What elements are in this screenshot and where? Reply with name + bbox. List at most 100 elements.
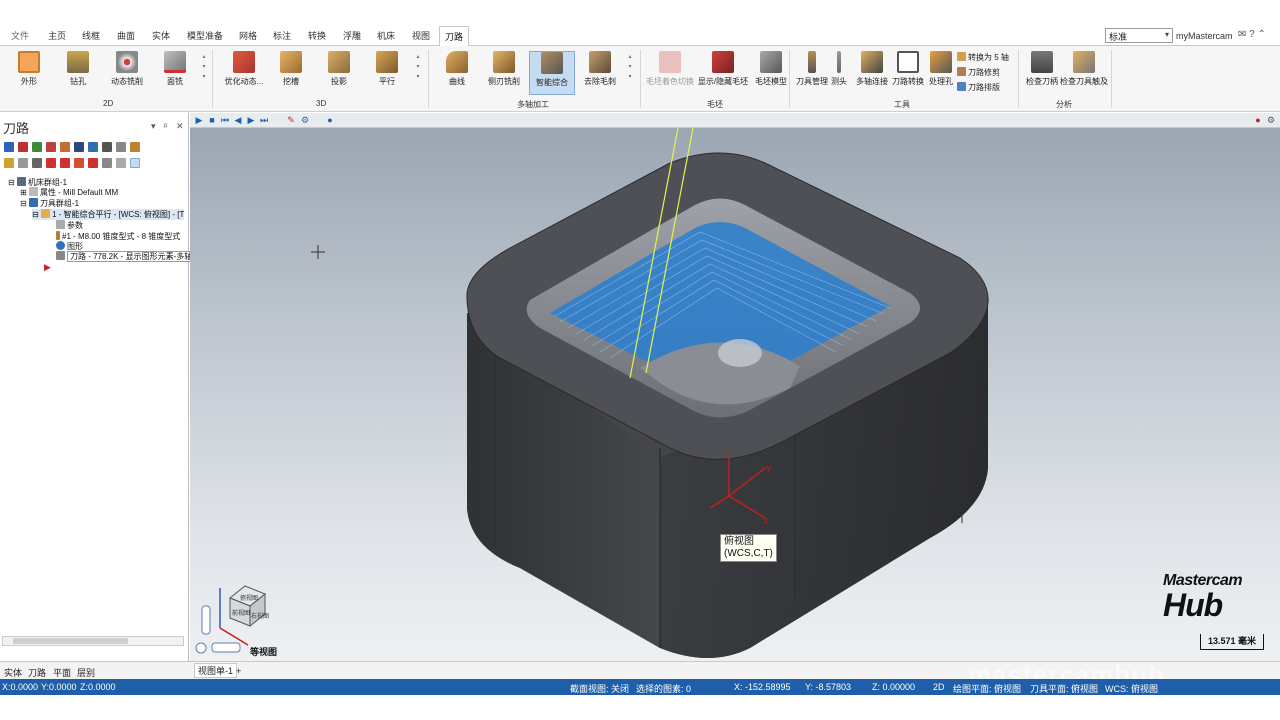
skip-post-icon[interactable]	[32, 158, 42, 168]
move-up-icon[interactable]	[60, 158, 70, 168]
step-forward-icon[interactable]: ▶	[246, 115, 256, 125]
tree-parameters[interactable]: 参数	[56, 220, 83, 231]
trim-toolpath-button[interactable]: 刀路修剪	[957, 67, 1000, 78]
regenerate-icon[interactable]	[32, 142, 42, 152]
panel-close-icon[interactable]: ✕	[176, 121, 184, 132]
tree-scrollbar[interactable]	[2, 636, 184, 646]
tab-solids-manager[interactable]: 实体	[4, 666, 22, 679]
face-mill-button[interactable]: 面铣	[152, 51, 198, 95]
regenerate-dirty-icon[interactable]	[46, 142, 56, 152]
tab-view[interactable]: 视图	[412, 29, 430, 42]
display-selected-icon[interactable]	[102, 158, 112, 168]
deburr-icon	[589, 51, 611, 73]
pocket-button[interactable]: 挖槽	[268, 51, 314, 95]
optirough-button[interactable]: 优化动态...	[220, 51, 268, 95]
filter-icon[interactable]	[130, 158, 140, 168]
drill-button[interactable]: 钻孔	[55, 51, 101, 95]
tab-toolpaths-manager[interactable]: 刀路	[28, 666, 46, 679]
simulate-icon[interactable]	[88, 142, 98, 152]
convert-5axis-button[interactable]: 转换为 5 轴	[957, 52, 1009, 63]
stock-model-button[interactable]: 毛坯模型	[748, 51, 794, 95]
tplane-status[interactable]: 刀具平面: 俯视图	[1030, 682, 1098, 695]
deburr-button[interactable]: 去除毛刺	[577, 51, 623, 95]
deselect-icon[interactable]	[18, 142, 28, 152]
tab-dimension[interactable]: 标注	[273, 29, 291, 42]
stock-shading-button[interactable]: 毛坯着色切换	[644, 51, 696, 95]
step-back-icon[interactable]: ◀	[233, 115, 243, 125]
display-all-icon[interactable]	[116, 158, 126, 168]
config-combo[interactable]: 标准	[1105, 28, 1173, 43]
parallel-button[interactable]: 平行	[364, 51, 410, 95]
mode-2d-toggle[interactable]: 2D	[933, 682, 945, 692]
button-label: 刀路修剪	[968, 68, 1000, 77]
tab-machine[interactable]: 机床	[377, 29, 395, 42]
gallery-scroll[interactable]: ▴ ▾ ▾	[414, 52, 422, 92]
stock-display-button[interactable]: 显示/隐藏毛坯	[697, 51, 749, 95]
cplane-status[interactable]: 绘图平面: 俯视图	[953, 682, 1021, 695]
check-tool-reach-button[interactable]: 检查刀具触及	[1058, 51, 1110, 95]
options-icon[interactable]: ⚙	[300, 115, 310, 125]
stop-icon[interactable]: ■	[207, 115, 217, 125]
view-tooltip: 俯视图 (WCS,C,T)	[720, 534, 777, 562]
g1-icon[interactable]	[116, 142, 126, 152]
tab-toolpaths[interactable]: 刀路	[439, 26, 470, 47]
swarf-button[interactable]: 侧刃铣削	[481, 51, 527, 95]
contour-button[interactable]: 外形	[6, 51, 52, 95]
move-down-icon[interactable]	[46, 158, 56, 168]
wcs-status[interactable]: WCS: 俯视图	[1105, 682, 1158, 695]
view-cube[interactable]: 俯视图 前视图 右视图	[219, 585, 269, 646]
curve-button[interactable]: 曲线	[434, 51, 480, 95]
rewind-icon[interactable]: ⏮	[220, 115, 230, 125]
tab-planes-manager[interactable]: 平面	[53, 666, 71, 679]
tab-model-prep[interactable]: 模型准备	[187, 29, 223, 42]
verify-icon[interactable]	[74, 142, 84, 152]
tab-mesh[interactable]: 网格	[239, 29, 257, 42]
end-icon[interactable]: ⏭	[259, 115, 269, 125]
play-icon[interactable]: ▶	[194, 115, 204, 125]
gallery-scroll[interactable]: ▴ ▾ ▾	[200, 52, 208, 92]
insert-arrow-icon[interactable]: ▶	[44, 262, 51, 273]
tree-properties[interactable]: ⊞ 属性 - Mill Default MM	[20, 187, 118, 198]
project-button[interactable]: 投影	[316, 51, 362, 95]
gallery-scroll[interactable]: ▴ ▾ ▾	[626, 52, 634, 92]
alert-icon[interactable]: ●	[1253, 115, 1263, 125]
group-separator	[212, 50, 213, 108]
highfeed-icon[interactable]	[130, 142, 140, 152]
tab-transform[interactable]: 转换	[308, 29, 326, 42]
tab-surfaces[interactable]: 曲面	[117, 29, 135, 42]
tree-label: 图形	[67, 242, 83, 251]
tab-file[interactable]: 文件	[11, 29, 29, 42]
tree-operation-1[interactable]: ⊟ 1 - 智能综合平行 - [WCS: 俯视图] - [T	[32, 209, 185, 220]
dynamic-mill-button[interactable]: 动态铣削	[104, 51, 150, 95]
graphics-viewport[interactable]: Z X Y 俯视图 前视图 右视图	[190, 128, 1280, 661]
tab-home[interactable]: 主页	[48, 29, 66, 42]
viewsheet-tab-1[interactable]: 视图单-1	[194, 663, 238, 678]
trace-icon[interactable]: ✎	[286, 115, 296, 125]
scroll-icon[interactable]	[88, 158, 98, 168]
account-label[interactable]: myMastercam	[1176, 31, 1233, 41]
progress-slider-icon[interactable]: ●	[325, 115, 335, 125]
tab-wireframe[interactable]: 线框	[82, 29, 100, 42]
nesting-button[interactable]: 刀路排版	[957, 82, 1000, 93]
tab-solids[interactable]: 实体	[152, 29, 170, 42]
toggle-display-icon[interactable]	[18, 158, 28, 168]
panel-pin-icon[interactable]: ᵖ	[164, 121, 167, 131]
backplot-icon[interactable]	[60, 142, 70, 152]
panel-menu-icon[interactable]: ▾	[151, 121, 156, 132]
tab-levels-manager[interactable]: 层别	[77, 666, 95, 679]
select-all-icon[interactable]	[4, 142, 14, 152]
tab-relief[interactable]: 浮雕	[343, 29, 361, 42]
section-view-status[interactable]: 截面视图: 关闭	[570, 682, 629, 695]
scroll-thumb[interactable]	[13, 638, 128, 644]
group-label-utilities: 工具	[894, 100, 910, 109]
hole-process-button[interactable]: 处理孔	[923, 51, 959, 95]
unified-button[interactable]: 智能综合	[529, 51, 575, 95]
insert-arrow-icon[interactable]	[74, 158, 84, 168]
help-icon[interactable]: ✉ ? ⌃	[1238, 29, 1266, 40]
settings-icon[interactable]: ⚙	[1266, 115, 1276, 125]
post-icon[interactable]	[102, 142, 112, 152]
add-viewsheet-button[interactable]: +	[236, 666, 241, 676]
tree-tool-group[interactable]: ⊟ 刀具群组-1	[20, 198, 79, 209]
selected-entities-status[interactable]: 选择的图素: 0	[636, 682, 691, 695]
lock-icon[interactable]	[4, 158, 14, 168]
